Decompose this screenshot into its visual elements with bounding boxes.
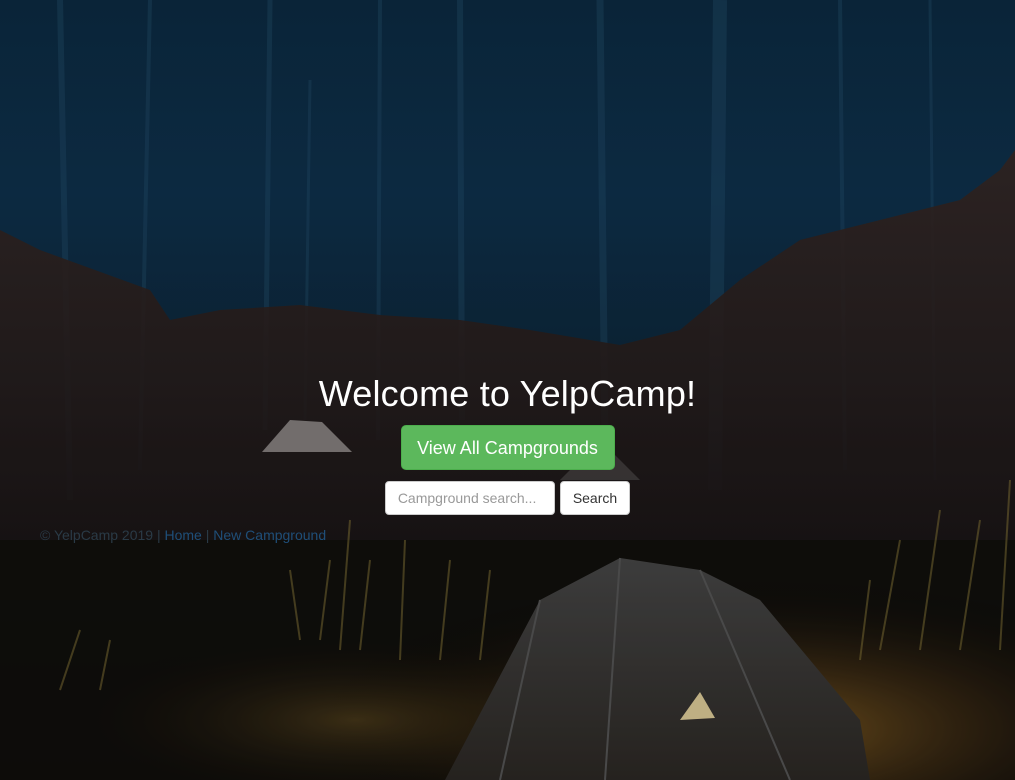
footer-separator: | bbox=[156, 527, 161, 543]
footer-home-link[interactable]: Home bbox=[165, 527, 202, 543]
copyright-text: © YelpCamp 2019 bbox=[40, 527, 154, 543]
campground-search-input[interactable] bbox=[384, 481, 555, 515]
search-button[interactable]: Search bbox=[559, 481, 631, 515]
footer-new-campground-link[interactable]: New Campground bbox=[213, 527, 326, 543]
search-form: Search bbox=[0, 481, 1015, 515]
landing-hero: Welcome to YelpCamp! View All Campground… bbox=[0, 0, 1015, 780]
footer: © YelpCamp 2019 | Home | New Campground bbox=[40, 527, 326, 543]
page-title: Welcome to YelpCamp! bbox=[318, 373, 697, 414]
footer-separator: | bbox=[205, 527, 210, 543]
view-all-campgrounds-button[interactable]: View All Campgrounds bbox=[400, 425, 615, 470]
hero-content: Welcome to YelpCamp! View All Campground… bbox=[0, 372, 1015, 515]
